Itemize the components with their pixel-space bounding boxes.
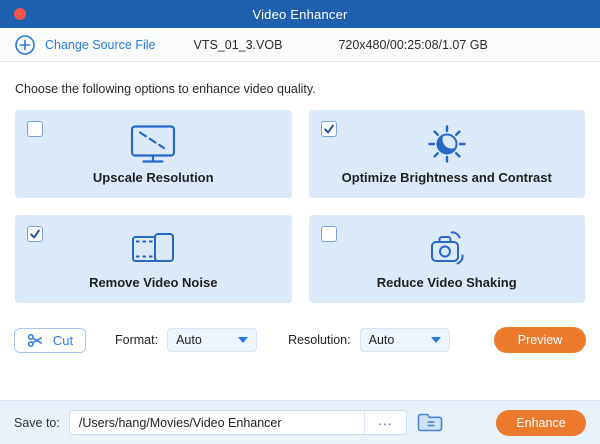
card-upscale-resolution[interactable]: Upscale Resolution [15, 110, 292, 198]
preview-button[interactable]: Preview [494, 327, 586, 353]
resolution-label: Resolution: [288, 333, 351, 347]
chevron-down-icon [238, 337, 248, 343]
remove-noise-checkbox[interactable] [27, 226, 43, 242]
cut-button[interactable]: Cut [14, 328, 86, 353]
format-dropdown-value: Auto [176, 333, 202, 347]
camera-shake-icon [425, 215, 469, 275]
format-label: Format: [115, 333, 158, 347]
resolution-dropdown[interactable]: Auto [360, 328, 450, 352]
instruction-text: Choose the following options to enhance … [15, 82, 585, 96]
ellipsis-icon: ... [378, 412, 393, 428]
source-file-header: Change Source File VTS_01_3.VOB 720x480/… [0, 28, 600, 62]
reduce-shaking-checkbox[interactable] [321, 226, 337, 242]
card-label: Remove Video Noise [89, 275, 217, 303]
film-strip-icon [131, 215, 175, 275]
browse-button[interactable]: ... [364, 411, 406, 434]
format-dropdown[interactable]: Auto [167, 328, 257, 352]
enhance-button[interactable]: Enhance [496, 410, 586, 436]
plus-circle-icon [14, 34, 36, 56]
option-cards-grid: Upscale Resolution [15, 110, 585, 303]
upscale-resolution-checkbox[interactable] [27, 121, 43, 137]
save-path-input[interactable]: /Users/hang/Movies/Video Enhancer [70, 411, 364, 434]
save-path-field[interactable]: /Users/hang/Movies/Video Enhancer ... [69, 410, 407, 435]
controls-row: Cut Format: Auto Resolution: Auto Previe… [14, 327, 586, 353]
card-label: Optimize Brightness and Contrast [342, 170, 552, 198]
brightness-sun-icon [427, 110, 467, 170]
source-file-name: VTS_01_3.VOB [193, 38, 282, 52]
resolution-dropdown-value: Auto [369, 333, 395, 347]
card-remove-video-noise[interactable]: Remove Video Noise [15, 215, 292, 303]
cut-button-label: Cut [53, 333, 73, 348]
open-folder-icon [417, 412, 443, 433]
optimize-brightness-checkbox[interactable] [321, 121, 337, 137]
change-source-file-button[interactable]: Change Source File [14, 34, 155, 56]
source-file-info: 720x480/00:25:08/1.07 GB [338, 38, 487, 52]
chevron-down-icon [431, 337, 441, 343]
titlebar: Video Enhancer [0, 0, 600, 28]
save-to-label: Save to: [14, 416, 60, 430]
card-optimize-brightness-contrast[interactable]: Optimize Brightness and Contrast [309, 110, 586, 198]
video-enhancer-window: Video Enhancer Change Source File VTS_01… [0, 0, 600, 444]
open-folder-button[interactable] [417, 412, 443, 433]
card-reduce-video-shaking[interactable]: Reduce Video Shaking [309, 215, 586, 303]
change-source-file-label: Change Source File [45, 38, 155, 52]
scissors-icon [27, 332, 44, 349]
window-title: Video Enhancer [252, 7, 347, 22]
card-label: Upscale Resolution [93, 170, 214, 198]
card-label: Reduce Video Shaking [377, 275, 517, 303]
save-footer: Save to: /Users/hang/Movies/Video Enhanc… [0, 400, 600, 444]
close-button[interactable] [14, 8, 26, 20]
upscale-monitor-icon [129, 110, 177, 170]
